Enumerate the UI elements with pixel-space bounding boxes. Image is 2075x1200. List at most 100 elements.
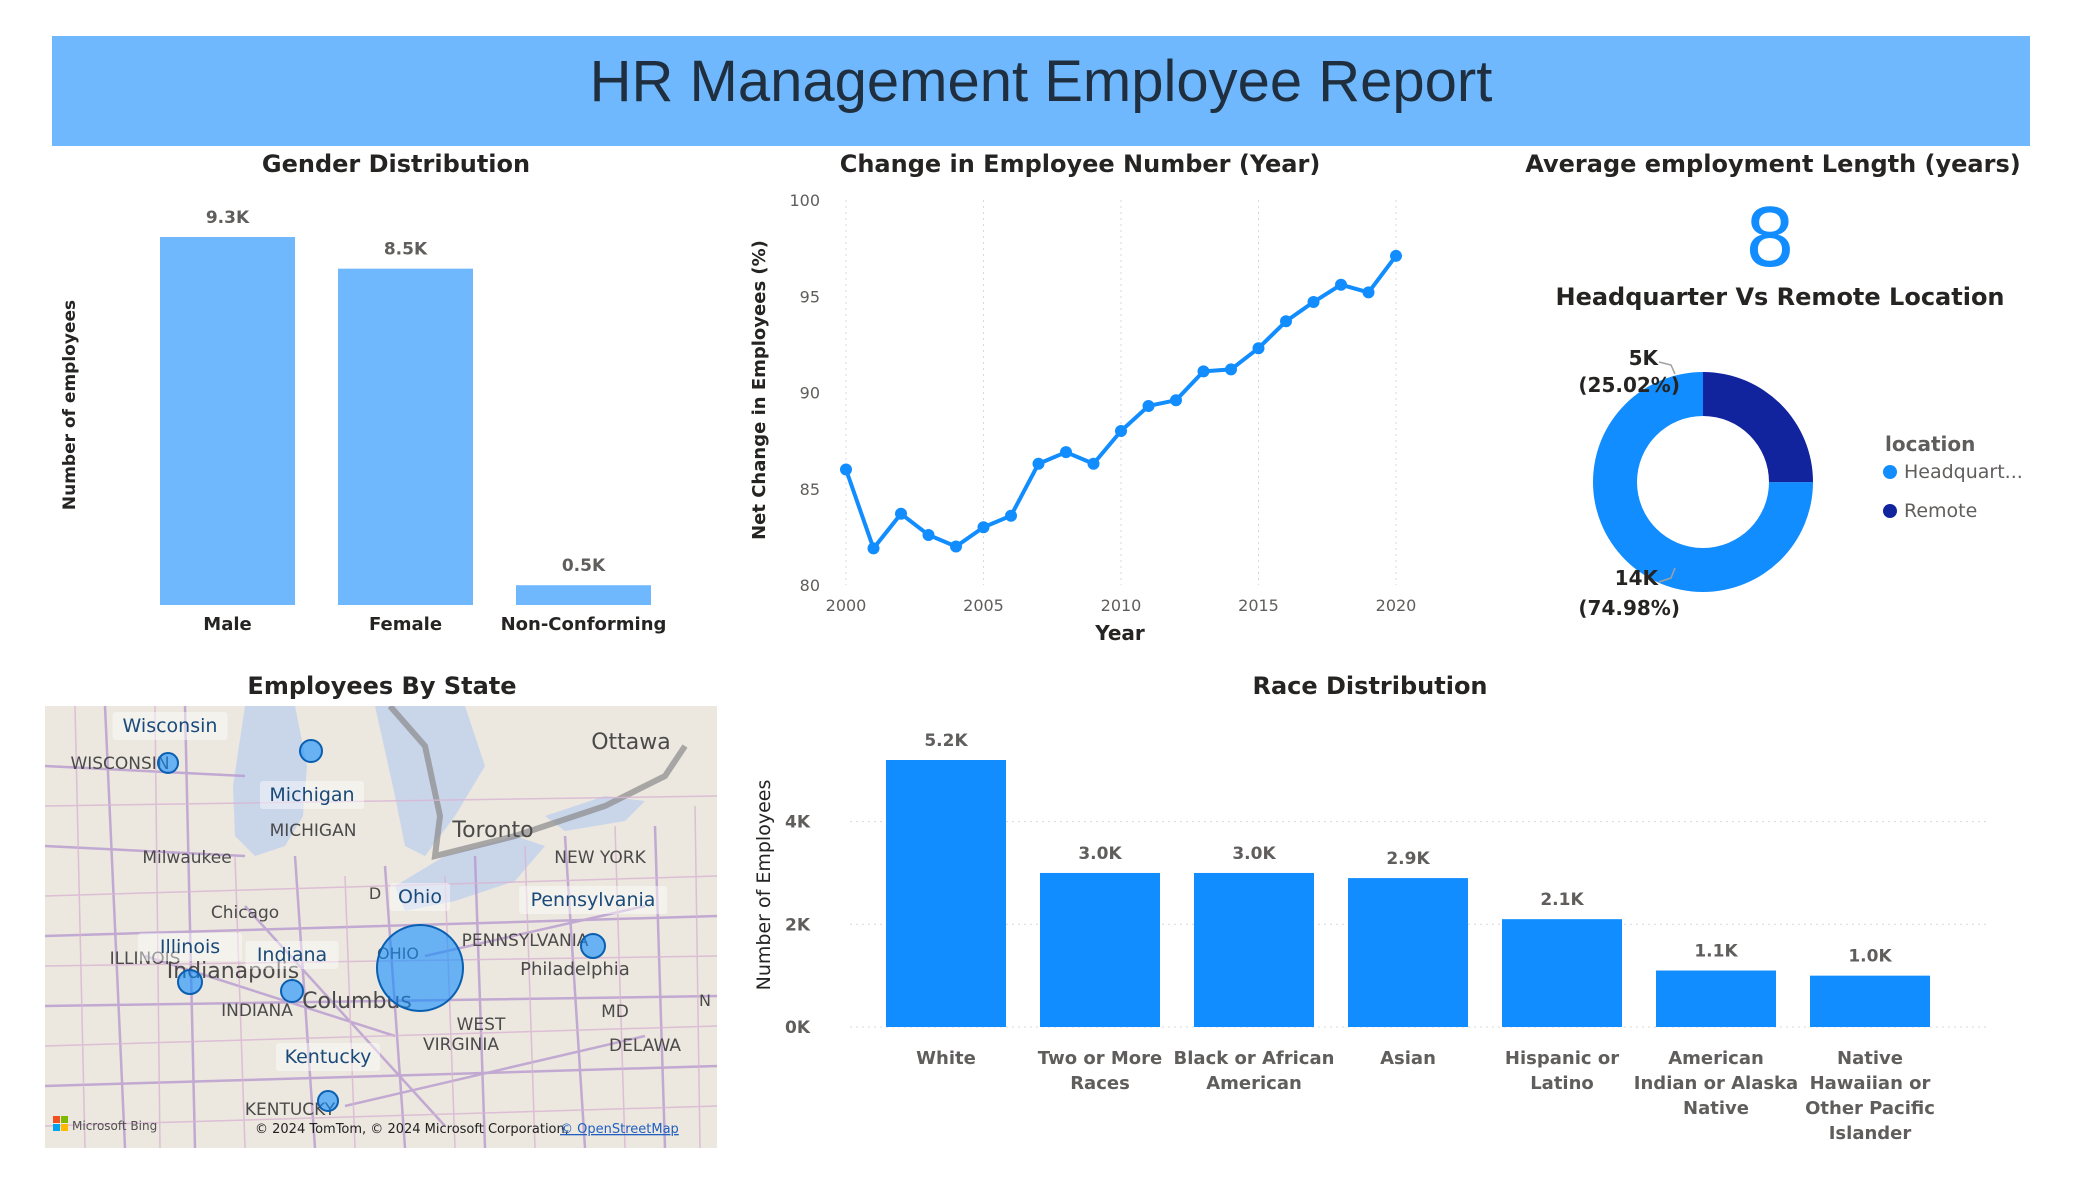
map-place-label: N bbox=[699, 991, 711, 1010]
map-place-label: WEST bbox=[457, 1015, 506, 1035]
change-y-axis-label: Net Change in Employees (%) bbox=[749, 240, 770, 540]
map-place-label: Toronto bbox=[451, 818, 533, 843]
location-data-label: 14K bbox=[1615, 566, 1660, 590]
gender-data-label: 0.5K bbox=[562, 556, 606, 576]
race-category-label: American bbox=[1668, 1048, 1764, 1069]
location-donut-chart[interactable]: location 14K (74.98%) 5K (25.02%) Headquart.… bbox=[1520, 330, 2075, 640]
gender-category-label: Male bbox=[203, 614, 251, 635]
kpi-value: 8 bbox=[1744, 192, 1796, 285]
gender-y-axis-label: Number of employees bbox=[60, 300, 80, 510]
change-data-point bbox=[1170, 394, 1182, 407]
race-y-tick: 2K bbox=[785, 915, 811, 935]
report-title: HR Management Employee Report bbox=[589, 49, 1493, 114]
race-bar bbox=[1502, 919, 1622, 1027]
location-legend-title: location bbox=[1885, 432, 1975, 456]
map-canvas[interactable]: WISCONSINMICHIGANMilwaukeeChicagoILLINOI… bbox=[45, 706, 717, 1148]
openstreetmap-link[interactable]: © OpenStreetMap bbox=[560, 1122, 679, 1137]
race-category-label: White bbox=[916, 1048, 976, 1069]
map-attribution: © 2024 TomTom, © 2024 Microsoft Corporat… bbox=[255, 1122, 569, 1137]
race-data-label: 5.2K bbox=[924, 731, 968, 751]
race-y-tick: 4K bbox=[785, 813, 811, 833]
change-data-point bbox=[895, 507, 907, 520]
map-state-label: Indiana bbox=[257, 944, 327, 966]
gender-bar bbox=[160, 237, 295, 605]
map-place-label: PENNSYLVANIA bbox=[462, 931, 589, 951]
kpi-title: Average employment Length (years) bbox=[1525, 150, 2021, 178]
race-category-label: Native bbox=[1683, 1098, 1749, 1119]
map-place-label: Milwaukee bbox=[142, 848, 231, 868]
race-category-label: Other Pacific bbox=[1805, 1098, 1935, 1119]
race-category-label: Black or African bbox=[1174, 1048, 1335, 1069]
race-category-label: Asian bbox=[1380, 1048, 1436, 1069]
gender-category-label: Female bbox=[369, 614, 442, 635]
change-data-point bbox=[1225, 363, 1237, 376]
change-chart-title: Change in Employee Number (Year) bbox=[839, 150, 1321, 178]
gender-bar bbox=[338, 268, 473, 605]
change-data-point bbox=[977, 521, 990, 534]
map-place-label: Ottawa bbox=[591, 730, 671, 755]
race-bar bbox=[886, 760, 1006, 1027]
change-data-point bbox=[1252, 342, 1265, 355]
change-data-point bbox=[1197, 365, 1210, 378]
race-category-label: American bbox=[1206, 1073, 1302, 1094]
change-x-tick: 2000 bbox=[826, 596, 867, 615]
employees-by-state-map[interactable]: WISCONSIN MICHIGAN Milwaukee Chicago ILLINOI… bbox=[45, 706, 717, 1148]
map-place-label: MICHIGAN bbox=[270, 821, 357, 841]
change-y-tick: 85 bbox=[800, 480, 820, 499]
map-place-label: Philadelphia bbox=[520, 959, 630, 980]
gender-category-label: Non-Conforming bbox=[501, 614, 667, 635]
change-data-point bbox=[1390, 249, 1402, 262]
change-x-tick: 2010 bbox=[1101, 596, 1142, 615]
map-title: Employees By State bbox=[247, 672, 517, 700]
race-category-label: Indian or Alaska bbox=[1634, 1073, 1798, 1094]
race-data-label: 3.0K bbox=[1078, 844, 1122, 864]
map-bubble bbox=[580, 933, 606, 959]
map-bubble bbox=[177, 969, 203, 995]
race-data-label: 2.1K bbox=[1540, 890, 1584, 910]
change-data-point bbox=[1115, 425, 1127, 437]
map-state-label: Kentucky bbox=[285, 1046, 372, 1068]
race-bar bbox=[1810, 975, 1930, 1027]
location-donut-slice bbox=[1703, 372, 1813, 483]
change-data-point bbox=[1032, 457, 1045, 470]
change-data-point bbox=[867, 542, 880, 555]
map-state-label: Illinois bbox=[160, 936, 220, 958]
gender-data-label: 8.5K bbox=[384, 240, 428, 260]
race-category-label: Races bbox=[1070, 1073, 1130, 1094]
change-x-tick: 2015 bbox=[1238, 596, 1279, 615]
location-chart-title: Headquarter Vs Remote Location bbox=[1555, 283, 2005, 311]
change-data-point bbox=[950, 540, 962, 553]
race-y-axis-label: Number of Employees bbox=[753, 780, 775, 991]
map-state-label: Michigan bbox=[269, 784, 354, 806]
change-data-point bbox=[840, 463, 852, 476]
change-x-tick: 2020 bbox=[1376, 596, 1417, 615]
map-bubble bbox=[376, 924, 464, 1012]
map-place-label: DELAWA bbox=[609, 1036, 681, 1056]
map-place-label: MD bbox=[601, 1002, 629, 1022]
change-data-point bbox=[1362, 286, 1375, 299]
location-percent-label: (74.98%) bbox=[1578, 596, 1680, 620]
change-data-point bbox=[1307, 296, 1320, 309]
race-data-label: 3.0K bbox=[1232, 844, 1276, 864]
change-y-tick: 95 bbox=[800, 287, 820, 306]
map-place-label: VIRGINIA bbox=[423, 1035, 499, 1055]
race-bar bbox=[1656, 970, 1776, 1027]
map-state-label: Pennsylvania bbox=[531, 889, 656, 911]
map-place-label: D bbox=[369, 884, 381, 903]
map-place-label: WISCONSIN bbox=[70, 754, 169, 774]
change-x-tick: 2005 bbox=[963, 596, 1004, 615]
employee-change-line-chart[interactable]: Net Change in Employees (%) Year 2000 200… bbox=[740, 180, 1460, 650]
race-data-label: 2.9K bbox=[1386, 849, 1430, 869]
map-state-label: Ohio bbox=[398, 886, 442, 908]
race-category-label: Latino bbox=[1530, 1073, 1594, 1094]
map-bubble bbox=[317, 1090, 339, 1112]
change-data-point bbox=[1005, 509, 1017, 522]
race-chart-title: Race Distribution bbox=[1252, 672, 1488, 700]
race-bar-chart[interactable]: Number of Employees 0K 2K 4K 5.2K White 3.0K T… bbox=[740, 700, 2010, 1160]
race-bar bbox=[1040, 872, 1160, 1027]
gender-data-label: 9.3K bbox=[206, 208, 250, 228]
map-bubble bbox=[280, 979, 304, 1003]
gender-bar-chart[interactable]: Number of employees 9.3K Male 8.5K Female 0.… bbox=[50, 185, 690, 645]
map-bubble bbox=[157, 752, 179, 774]
map-place-label: Chicago bbox=[211, 903, 279, 923]
